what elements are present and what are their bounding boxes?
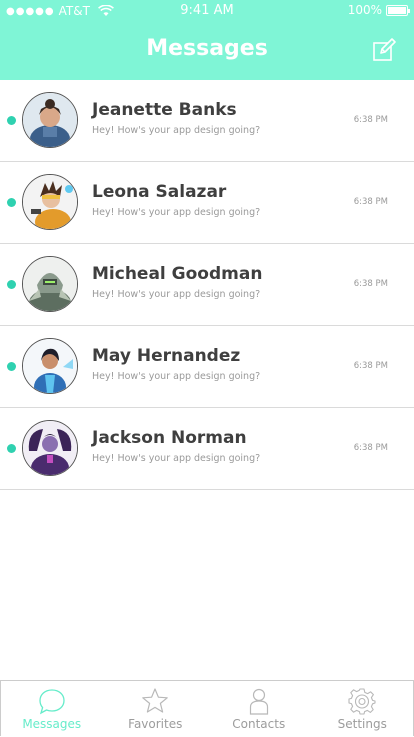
unread-dot [7, 280, 16, 289]
conversation-row[interactable]: Jeanette Banks Hey! How's your app desig… [0, 80, 414, 162]
person-icon [245, 687, 273, 715]
contact-name: May Hernandez [92, 346, 240, 366]
unread-dot [7, 444, 16, 453]
unread-dot [7, 362, 16, 371]
conversation-list: Jeanette Banks Hey! How's your app desig… [0, 80, 414, 490]
tab-favorites[interactable]: Favorites [104, 681, 208, 737]
battery-icon [386, 5, 408, 16]
avatar [22, 92, 78, 148]
message-time: 6:38 PM [354, 279, 388, 289]
conversation-row[interactable]: Leona Salazar Hey! How's your app design… [0, 162, 414, 244]
message-preview: Hey! How's your app design going? [92, 453, 260, 464]
conversation-row[interactable]: Jackson Norman Hey! How's your app desig… [0, 408, 414, 490]
gear-icon [348, 687, 376, 715]
tab-label: Settings [311, 717, 414, 731]
avatar [22, 420, 78, 476]
avatar [22, 256, 78, 312]
status-right: 100% [348, 3, 408, 17]
tab-bar: Messages Favorites Contacts Settings [0, 680, 414, 737]
contact-name: Micheal Goodman [92, 264, 262, 284]
battery-percent: 100% [348, 3, 382, 17]
message-preview: Hey! How's your app design going? [92, 289, 260, 300]
message-preview: Hey! How's your app design going? [92, 125, 260, 136]
avatar [22, 174, 78, 230]
message-preview: Hey! How's your app design going? [92, 207, 260, 218]
page-title: Messages [0, 36, 414, 61]
header-bar: ●●●●● AT&T 9:41 AM 100% Messages [0, 0, 414, 80]
contact-name: Jackson Norman [92, 428, 247, 448]
star-icon [141, 687, 169, 715]
message-time: 6:38 PM [354, 115, 388, 125]
message-preview: Hey! How's your app design going? [92, 371, 260, 382]
compose-icon[interactable] [372, 38, 396, 62]
unread-dot [7, 116, 16, 125]
tab-settings[interactable]: Settings [311, 681, 414, 737]
message-time: 6:38 PM [354, 197, 388, 207]
conversation-row[interactable]: May Hernandez Hey! How's your app design… [0, 326, 414, 408]
message-time: 6:38 PM [354, 443, 388, 453]
tab-messages[interactable]: Messages [0, 681, 104, 737]
tab-label: Favorites [104, 717, 208, 731]
contact-name: Jeanette Banks [92, 100, 237, 120]
contact-name: Leona Salazar [92, 182, 226, 202]
avatar [22, 338, 78, 394]
chat-bubble-icon [38, 687, 66, 715]
unread-dot [7, 198, 16, 207]
conversation-row[interactable]: Micheal Goodman Hey! How's your app desi… [0, 244, 414, 326]
tab-label: Contacts [207, 717, 311, 731]
status-bar: ●●●●● AT&T 9:41 AM 100% [0, 0, 414, 22]
tab-label: Messages [0, 717, 104, 731]
tab-bar-edge-left [0, 680, 1, 736]
message-time: 6:38 PM [354, 361, 388, 371]
tab-contacts[interactable]: Contacts [207, 681, 311, 737]
